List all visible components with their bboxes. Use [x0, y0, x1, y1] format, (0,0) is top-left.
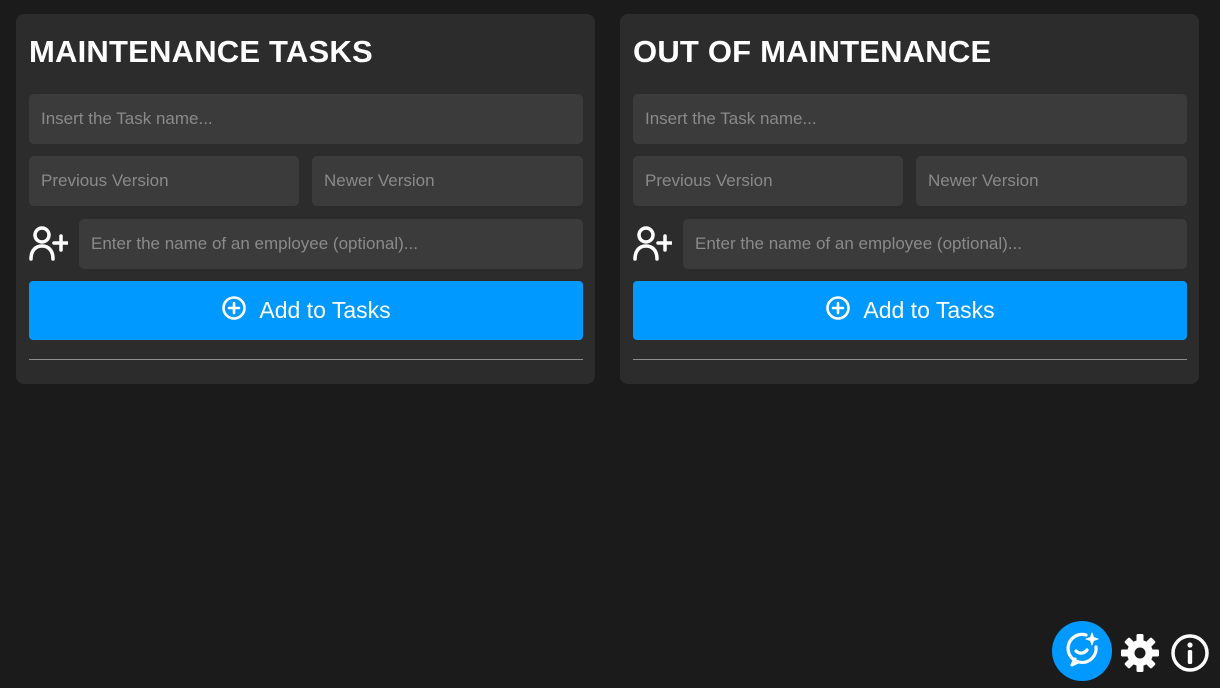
divider — [29, 359, 583, 360]
panel-title: OUT OF MAINTENANCE — [633, 34, 992, 69]
employee-name-input[interactable] — [683, 219, 1187, 269]
employee-name-input[interactable] — [79, 219, 583, 269]
settings-button[interactable] — [1120, 633, 1160, 673]
person-add-icon — [28, 224, 70, 264]
task-name-input[interactable] — [633, 94, 1187, 144]
add-to-tasks-button[interactable]: Add to Tasks — [29, 281, 583, 340]
add-to-tasks-button[interactable]: Add to Tasks — [633, 281, 1187, 340]
info-button[interactable] — [1170, 633, 1210, 673]
gear-icon — [1120, 634, 1160, 677]
maintenance-tasks-panel: MAINTENANCE TASKS Add to Tasks — [16, 14, 595, 384]
add-to-tasks-label: Add to Tasks — [863, 297, 995, 323]
person-add-icon — [632, 224, 674, 264]
out-of-maintenance-panel: OUT OF MAINTENANCE Add to Tasks — [620, 14, 1199, 384]
plus-circle-icon — [825, 295, 851, 327]
newer-version-input[interactable] — [916, 156, 1187, 206]
plus-circle-icon — [221, 295, 247, 327]
add-to-tasks-label: Add to Tasks — [259, 297, 391, 323]
divider — [633, 359, 1187, 360]
task-name-input[interactable] — [29, 94, 583, 144]
newer-version-input[interactable] — [312, 156, 583, 206]
previous-version-input[interactable] — [29, 156, 299, 206]
panel-title: MAINTENANCE TASKS — [29, 34, 373, 69]
assistant-sparkle-icon — [1062, 629, 1102, 674]
assistant-button[interactable] — [1052, 621, 1112, 681]
previous-version-input[interactable] — [633, 156, 903, 206]
info-icon — [1170, 634, 1210, 677]
